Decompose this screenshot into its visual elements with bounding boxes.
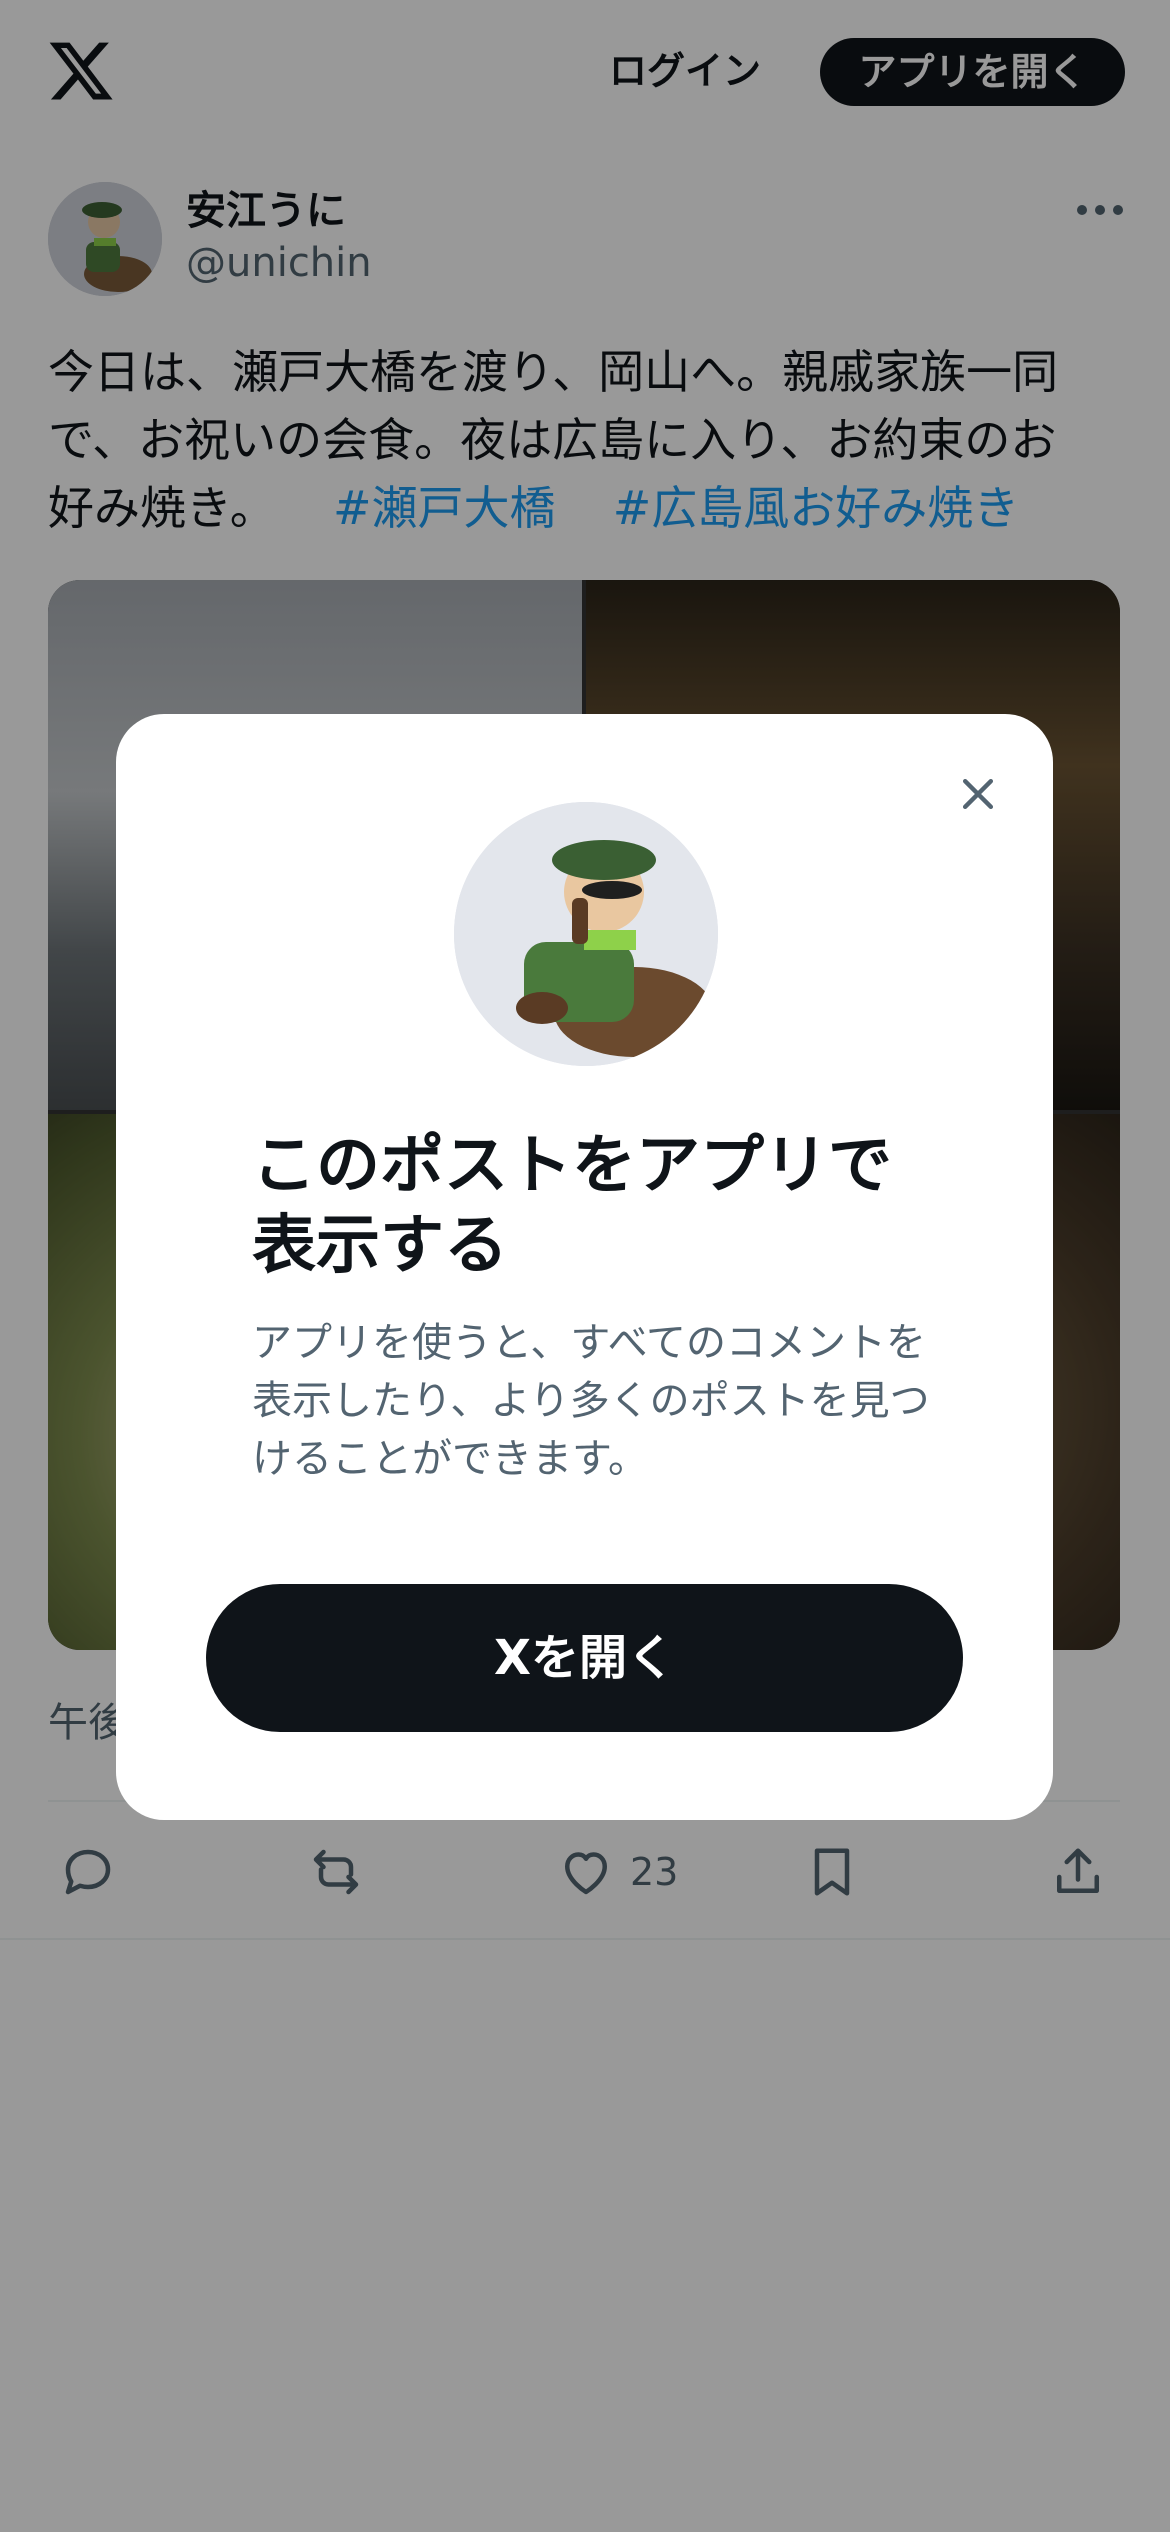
close-icon[interactable] [946,762,1010,826]
page: ログイン アプリを開く 安江うに @unichin 今日は、瀬戸大橋を渡り、岡山… [0,0,1170,2532]
dialog-title: このポストをアプリで表示する [252,1129,892,1283]
dialog-description: アプリを使うと、すべてのコメントを表示したり、より多くのポストを見つけることがで… [252,1320,930,1482]
open-in-app-dialog: このポストをアプリで表示する アプリを使うと、すべてのコメントを表示したり、より… [116,714,1053,1820]
open-x-button[interactable]: Xを開く [206,1584,963,1732]
author-avatar-large [454,802,718,1066]
